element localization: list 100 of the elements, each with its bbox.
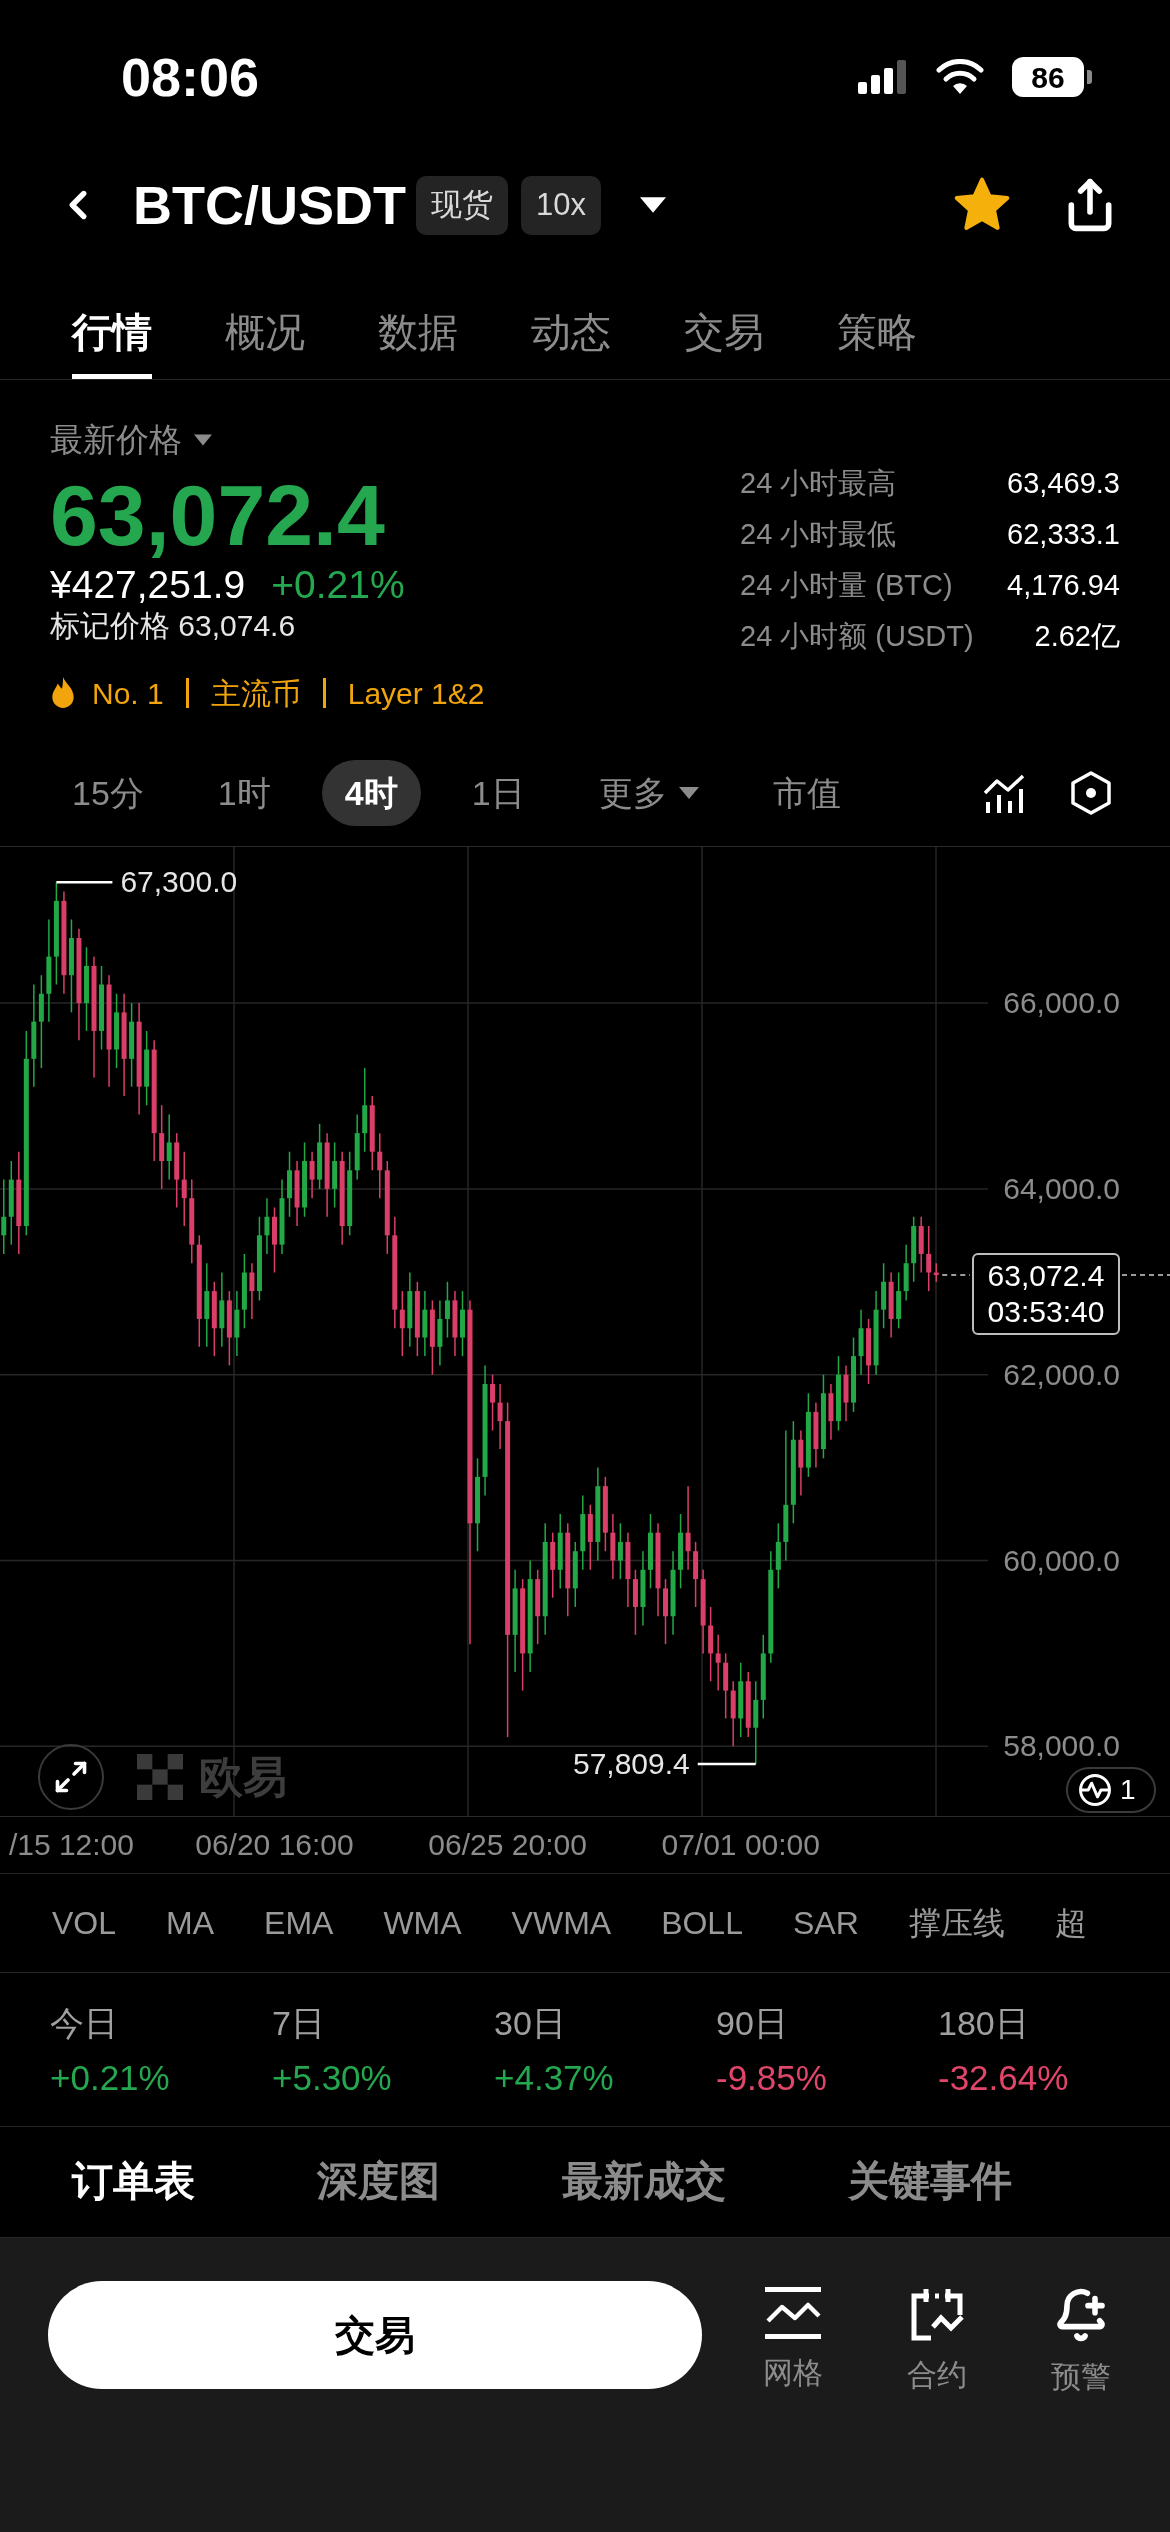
stat-value: 4,176.94 <box>1007 567 1120 603</box>
tool-button[interactable]: 合约 <box>865 2281 1009 2395</box>
section-tab[interactable]: 概况 <box>225 289 305 379</box>
interval-tab[interactable]: 1日 <box>448 760 548 826</box>
period-change: +4.37% <box>494 2057 615 2099</box>
period-label: 180日 <box>938 2003 1030 2044</box>
indicator-tab[interactable]: 超 <box>1054 1899 1087 1947</box>
time-axis-label: 07/01 00:00 <box>661 1827 820 1863</box>
expand-icon <box>53 1759 89 1795</box>
stat-label: 24 小时最高 <box>740 465 897 501</box>
last-price-value: 63,072.4 <box>987 1258 1105 1295</box>
indicator-tab[interactable]: 撑压线 <box>908 1899 1005 1947</box>
stat-value: 62,333.1 <box>1007 516 1120 552</box>
flame-icon <box>50 677 76 709</box>
chart-watermark: 欧易 <box>199 1753 287 1801</box>
candle <box>663 1578 668 1645</box>
time-axis-label: /15 12:00 <box>8 1827 134 1863</box>
star-icon[interactable] <box>953 177 1011 233</box>
chart-indicator-icon[interactable] <box>983 773 1025 813</box>
interval-tab[interactable]: 1时 <box>194 760 294 826</box>
hexagon-settings-icon[interactable] <box>1070 771 1112 815</box>
stat-label: 24 小时额 (USDT) <box>740 618 974 654</box>
price-axis-label: 58,000.0 <box>1003 1729 1120 1764</box>
checker-logo-icon <box>137 1754 183 1800</box>
candle <box>843 1364 849 1422</box>
coin-tag[interactable]: No. 1 <box>92 670 164 716</box>
last-price-line <box>1121 1274 1170 1276</box>
book-tab[interactable]: 关键事件 <box>848 2151 1012 2213</box>
last-price: 63,072.4 <box>50 467 385 563</box>
status-time: 08:06 <box>121 47 260 107</box>
fiat-price: ¥427,251.9 <box>50 563 246 607</box>
fullscreen-button[interactable] <box>38 1744 104 1810</box>
signal-icon <box>858 60 908 94</box>
last-price-line <box>941 1274 971 1276</box>
section-tab[interactable]: 动态 <box>531 289 611 379</box>
pulse-circle-icon <box>1078 1773 1112 1807</box>
candle <box>460 1290 465 1357</box>
indicator-tab[interactable]: VWMA <box>511 1899 612 1947</box>
candle <box>452 1290 458 1357</box>
stat-value: 63,469.3 <box>1007 465 1120 501</box>
low-price-label: 57,809.4 <box>573 1746 690 1782</box>
market-badge: 现货 <box>416 175 508 235</box>
indicator-tab[interactable]: WMA <box>383 1899 462 1947</box>
high-price-label: 67,300.0 <box>120 864 238 901</box>
candle-countdown: 03:53:40 <box>987 1294 1105 1331</box>
book-tab[interactable]: 最新成交 <box>562 2151 726 2213</box>
time-axis-label: 06/25 20:00 <box>428 1827 587 1863</box>
trade-button[interactable]: 交易 <box>48 2281 702 2389</box>
section-tab[interactable]: 策略 <box>837 289 917 379</box>
tool-button[interactable]: 网格 <box>721 2281 865 2395</box>
calendar-zigzag-icon <box>909 2287 965 2341</box>
candle <box>828 1383 834 1441</box>
indicator-tab[interactable]: BOLL <box>661 1899 743 1947</box>
period-label: 90日 <box>716 2003 789 2044</box>
candle <box>858 1308 864 1376</box>
book-tab[interactable]: 深度图 <box>317 2151 440 2213</box>
low-price-leader <box>697 1762 756 1766</box>
stat-label: 24 小时最低 <box>740 516 897 552</box>
period-change: +5.30% <box>272 2057 393 2099</box>
period-change: -32.64% <box>938 2057 1070 2099</box>
wifi-icon <box>936 59 984 95</box>
caret-icon <box>678 787 699 799</box>
section-tab[interactable]: 数据 <box>378 289 458 379</box>
candle <box>294 1160 300 1227</box>
indicator-tab[interactable]: EMA <box>264 1899 334 1947</box>
price-axis-label: 64,000.0 <box>1003 1171 1120 1206</box>
section-tab[interactable]: 交易 <box>684 289 764 379</box>
period-label: 今日 <box>50 2003 119 2044</box>
overlay-count-button[interactable]: 1 <box>1066 1767 1156 1813</box>
coin-tag[interactable]: Layer 1&2 <box>347 670 485 716</box>
price-axis-label: 62,000.0 <box>1003 1357 1120 1392</box>
high-price-leader <box>56 881 113 884</box>
indicator-tab[interactable]: VOL <box>52 1899 117 1947</box>
period-change: +0.21% <box>50 2057 171 2099</box>
price-axis-label: 60,000.0 <box>1003 1543 1120 1578</box>
period-label: 30日 <box>494 2003 567 2044</box>
interval-tab[interactable]: 4时 <box>321 760 421 826</box>
tool-button[interactable]: 预警 <box>1009 2281 1153 2395</box>
price-axis-label: 66,000.0 <box>1003 986 1120 1021</box>
market-badge: 10x <box>521 175 601 235</box>
candle <box>287 1151 292 1218</box>
caret-icon <box>639 197 666 213</box>
interval-tab[interactable]: 15分 <box>49 760 167 826</box>
pair-dropdown-caret[interactable] <box>638 196 667 214</box>
period-label: 7日 <box>272 2003 326 2044</box>
interval-tab[interactable]: 市值 <box>749 760 864 826</box>
coin-tag[interactable]: 主流币 <box>210 670 301 716</box>
interval-tab[interactable]: 更多 <box>575 760 722 826</box>
period-change: -9.85% <box>716 2057 828 2099</box>
book-tab[interactable]: 订单表 <box>72 2151 195 2213</box>
mark-price: 标记价格 63,074.6 <box>50 608 296 644</box>
indicator-tab[interactable]: SAR <box>792 1899 859 1947</box>
caret-icon <box>194 434 212 446</box>
indicator-tab[interactable]: MA <box>166 1899 215 1947</box>
stat-label: 24 小时量 (BTC) <box>740 567 953 603</box>
battery-indicator: 86 <box>1012 57 1092 97</box>
price-type-dropdown[interactable]: 最新价格 <box>50 420 212 460</box>
section-tab[interactable]: 行情 <box>72 289 152 379</box>
stat-value: 2.62亿 <box>1034 618 1120 654</box>
candle <box>272 1206 277 1274</box>
